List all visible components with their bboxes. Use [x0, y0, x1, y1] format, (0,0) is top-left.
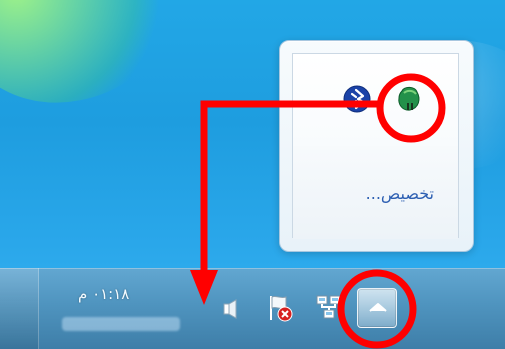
taskbar-left-edge [0, 268, 39, 349]
hidden-icons-area [293, 54, 458, 147]
hidden-icons-popup-content: تخصيص... [292, 53, 459, 239]
desktop-screenshot: تخصيص... ٠١:١٨ م [0, 0, 505, 349]
system-date-blurred [62, 317, 180, 331]
speaker-icon-graphic [223, 299, 237, 319]
speaker-icon[interactable] [221, 296, 241, 322]
system-clock[interactable]: ٠١:١٨ م [78, 287, 198, 302]
hidden-icons-popup: تخصيص... [279, 40, 474, 252]
chevron-up-icon [369, 303, 387, 312]
hidden-icons-popup-footer: تخصيص... [293, 146, 458, 239]
network-icon[interactable] [313, 292, 344, 325]
bluetooth-icon-graphic [343, 85, 371, 113]
action-center-flag-graphic [270, 295, 293, 322]
bluetooth-icon[interactable] [343, 85, 371, 113]
action-center-flag-icon[interactable] [265, 293, 295, 324]
taskbar [0, 268, 505, 349]
customize-link[interactable]: تخصيص... [366, 186, 434, 202]
mouse-icon[interactable] [392, 83, 426, 117]
mouse-icon-graphic [398, 86, 420, 111]
show-hidden-icons-button[interactable] [357, 288, 397, 328]
desktop-background-accent [0, 0, 205, 133]
network-icon-graphic [316, 295, 341, 319]
